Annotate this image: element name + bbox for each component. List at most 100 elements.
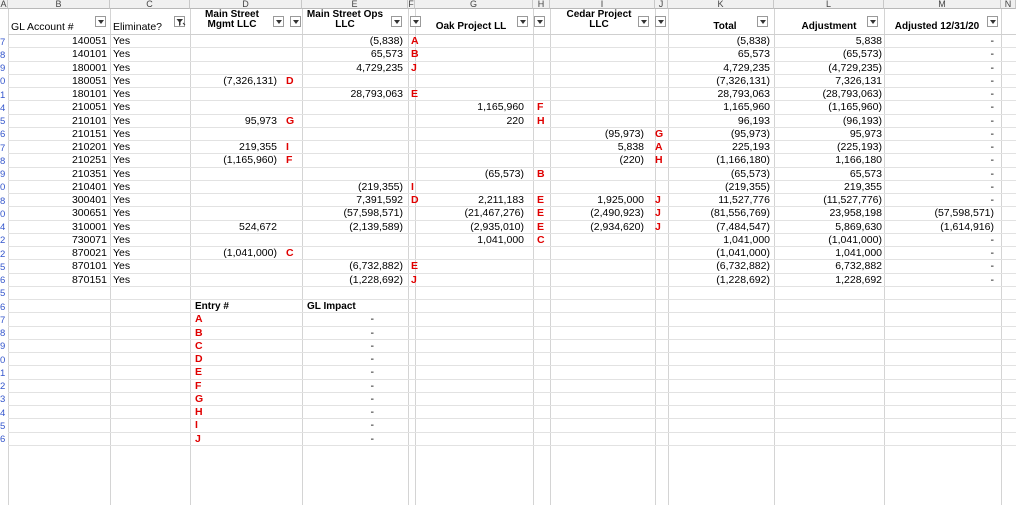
eliminate-cell[interactable]: Yes [113, 260, 183, 273]
ref-letter-h[interactable]: H [537, 115, 551, 128]
entry-id[interactable]: B [195, 327, 225, 340]
row-number[interactable]: 1 [0, 89, 8, 102]
adjusted-cell[interactable]: - [884, 88, 995, 101]
adjustment-cell[interactable]: (225,193) [774, 141, 882, 154]
main-street-mgmt-cell[interactable]: (7,326,131) [190, 75, 277, 88]
ref-letter-d[interactable]: I [286, 141, 300, 154]
gl-impact-value[interactable]: - [302, 393, 375, 406]
eliminate-cell[interactable]: Yes [113, 88, 183, 101]
ref-letter-d[interactable] [286, 181, 300, 194]
ref-letter-h[interactable]: E [537, 194, 551, 207]
eliminate-cell[interactable]: Yes [113, 168, 183, 181]
adjustment-cell[interactable]: 23,958,198 [774, 207, 882, 220]
cedar-project-cell[interactable] [550, 234, 644, 247]
ref-letter-h[interactable] [537, 62, 551, 75]
oak-project-cell[interactable] [415, 35, 524, 48]
gl-impact-value[interactable]: - [302, 366, 375, 379]
gl-account-cell[interactable]: 870151 [8, 274, 107, 287]
ref-letter-j[interactable] [655, 260, 669, 273]
ref-letter-d[interactable] [286, 234, 300, 247]
gl-account-cell[interactable]: 870021 [8, 247, 107, 260]
entry-id[interactable]: E [195, 366, 225, 379]
total-cell[interactable]: (81,556,769) [668, 207, 770, 220]
cedar-project-cell[interactable] [550, 88, 644, 101]
total-cell[interactable]: 28,793,063 [668, 88, 770, 101]
column-header-e[interactable]: E [302, 0, 408, 9]
entry-id[interactable]: C [195, 340, 225, 353]
main-street-ops-cell[interactable]: (1,228,692) [302, 274, 403, 287]
total-cell[interactable]: (1,041,000) [668, 247, 770, 260]
oak-project-cell[interactable] [415, 154, 524, 167]
row-number[interactable]: 3 [0, 393, 8, 406]
ref-letter-h[interactable]: F [537, 101, 551, 114]
cedar-project-cell[interactable]: (2,934,620) [550, 221, 644, 234]
adjustment-cell[interactable]: (1,041,000) [774, 234, 882, 247]
cedar-project-cell[interactable]: 1,925,000 [550, 194, 644, 207]
oak-project-cell[interactable] [415, 88, 524, 101]
ref-letter-j[interactable] [655, 62, 669, 75]
main-street-mgmt-cell[interactable] [190, 88, 277, 101]
cedar-project-cell[interactable] [550, 260, 644, 273]
row-number[interactable]: 0 [0, 354, 8, 367]
main-street-mgmt-cell[interactable]: (1,041,000) [190, 247, 277, 260]
gl-account-cell[interactable]: 310001 [8, 221, 107, 234]
row-number[interactable]: 2 [0, 380, 8, 393]
main-street-ops-cell[interactable] [302, 128, 403, 141]
ref-letter-h[interactable] [537, 274, 551, 287]
cedar-project-cell[interactable] [550, 181, 644, 194]
gl-account-cell[interactable]: 210151 [8, 128, 107, 141]
gl-account-cell[interactable]: 210201 [8, 141, 107, 154]
ref-letter-h[interactable] [537, 128, 551, 141]
entry-id[interactable]: A [195, 313, 225, 326]
gl-account-cell[interactable]: 300401 [8, 194, 107, 207]
row-number[interactable]: 9 [0, 340, 8, 353]
row-number[interactable]: 4 [0, 221, 8, 234]
main-street-mgmt-cell[interactable] [190, 62, 277, 75]
row-number[interactable]: 9 [0, 168, 8, 181]
gl-impact-value[interactable]: - [302, 380, 375, 393]
gl-account-cell[interactable]: 210101 [8, 115, 107, 128]
total-cell[interactable]: (65,573) [668, 168, 770, 181]
row-number[interactable]: 2 [0, 234, 8, 247]
gl-impact-value[interactable]: - [302, 433, 375, 446]
adjusted-cell[interactable]: (57,598,571) [884, 207, 994, 220]
ref-letter-j[interactable] [655, 247, 669, 260]
eliminate-cell[interactable]: Yes [113, 247, 183, 260]
total-cell[interactable]: (1,166,180) [668, 154, 770, 167]
oak-project-cell[interactable]: 2,211,183 [415, 194, 524, 207]
ref-letter-d[interactable] [286, 62, 300, 75]
column-header-j[interactable]: J [655, 0, 668, 9]
main-street-ops-cell[interactable]: (6,732,882) [302, 260, 403, 273]
cedar-project-cell[interactable] [550, 35, 644, 48]
gl-account-cell[interactable]: 210051 [8, 101, 107, 114]
main-street-mgmt-cell[interactable] [190, 194, 277, 207]
main-street-ops-cell[interactable] [302, 154, 403, 167]
oak-project-cell[interactable] [415, 260, 524, 273]
column-header-d[interactable]: D [190, 0, 302, 9]
eliminate-cell[interactable]: Yes [113, 154, 183, 167]
ref-letter-d[interactable] [286, 101, 300, 114]
adjusted-cell[interactable]: - [884, 128, 995, 141]
main-street-ops-cell[interactable] [302, 101, 403, 114]
ref-letter-j[interactable]: A [655, 141, 669, 154]
gl-impact-value[interactable]: - [302, 419, 375, 432]
total-cell[interactable]: (5,838) [668, 35, 770, 48]
adjusted-cell[interactable]: - [884, 75, 995, 88]
adjustment-cell[interactable]: (65,573) [774, 48, 882, 61]
main-street-mgmt-cell[interactable] [190, 35, 277, 48]
main-street-ops-cell[interactable] [302, 75, 403, 88]
total-cell[interactable]: (7,484,547) [668, 221, 770, 234]
eliminate-cell[interactable]: Yes [113, 75, 183, 88]
cedar-project-cell[interactable] [550, 274, 644, 287]
ref-letter-j[interactable] [655, 75, 669, 88]
row-number[interactable]: 7 [0, 36, 8, 49]
entry-id[interactable]: F [195, 380, 225, 393]
main-street-ops-cell[interactable] [302, 115, 403, 128]
ref-letter-j[interactable] [655, 181, 669, 194]
main-street-mgmt-filter-dropdown[interactable] [273, 16, 284, 27]
eliminate-cell[interactable]: Yes [113, 115, 183, 128]
main-street-mgmt-cell[interactable] [190, 48, 277, 61]
gl-account-cell[interactable]: 210401 [8, 181, 107, 194]
main-street-ops-cell[interactable]: (219,355) [302, 181, 403, 194]
gl-account-cell[interactable]: 730071 [8, 234, 107, 247]
